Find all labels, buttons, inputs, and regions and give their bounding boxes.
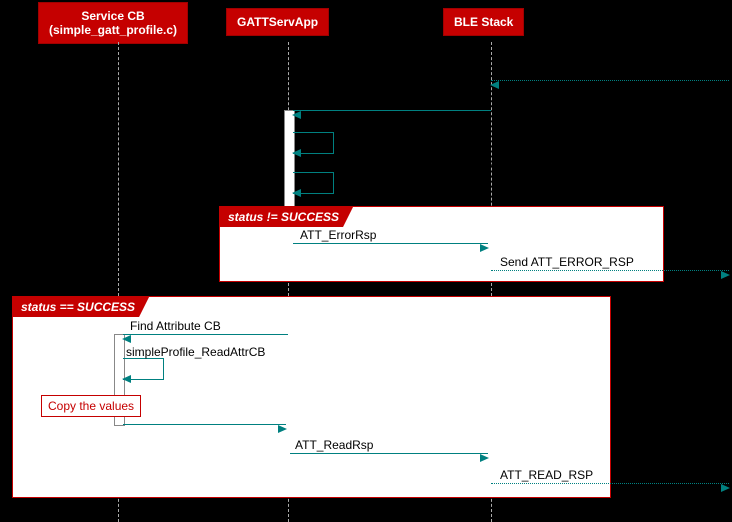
lifeline-ble-stack: BLE Stack: [443, 8, 524, 36]
arrow-att-read-rsp: [290, 453, 488, 454]
msg-att-read-rsp-out: ATT_READ_RSP: [500, 468, 593, 482]
lifeline-label: GATTServApp: [237, 15, 318, 29]
msg-att-error-rsp: ATT_ErrorRsp: [300, 228, 376, 242]
lifeline-label: Service CB: [81, 9, 144, 23]
lifeline-gattservapp: GATTServApp: [226, 8, 329, 36]
arrow-process-msg: [293, 110, 491, 111]
arrow-incoming: [491, 80, 729, 81]
lifeline-label: (simple_gatt_profile.c): [49, 23, 177, 37]
arrow-send-error-out: [491, 270, 729, 271]
msg-find-verify: Find and verify the attribute: [300, 118, 445, 132]
note-copy-values: Copy the values: [41, 395, 141, 417]
msg-send-error: Send ATT_ERROR_RSP: [500, 255, 634, 269]
arrow-self-verify: [293, 172, 334, 194]
arrow-return-to-gatt: [123, 424, 286, 425]
lifeline-label: BLE Stack: [454, 15, 513, 29]
arrow-att-error-rsp: [293, 243, 488, 244]
frame-label: status == SUCCESS: [13, 297, 149, 317]
lifeline-service-cb: Service CB (simple_gatt_profile.c): [38, 2, 188, 44]
arrow-find-attr-cb: [123, 334, 288, 335]
arrow-att-read-rsp-out: [491, 483, 729, 484]
arrow-self-read-attr: [123, 358, 164, 380]
msg-verify-perm: Verify the permissions of the attribute: [300, 158, 497, 172]
msg-read-attr-cb: simpleProfile_ReadAttrCB: [126, 345, 265, 359]
msg-find-attr-cb: Find Attribute CB: [130, 319, 221, 333]
frame-label: status != SUCCESS: [220, 207, 353, 227]
msg-att-read-rsp: ATT_ReadRsp: [295, 438, 373, 452]
arrow-self-find: [293, 132, 334, 154]
msg-att-read-req: ATT_READ_REQ: [500, 63, 594, 77]
msg-process-msg: gattServApp_ProcessMsg: [300, 94, 439, 108]
